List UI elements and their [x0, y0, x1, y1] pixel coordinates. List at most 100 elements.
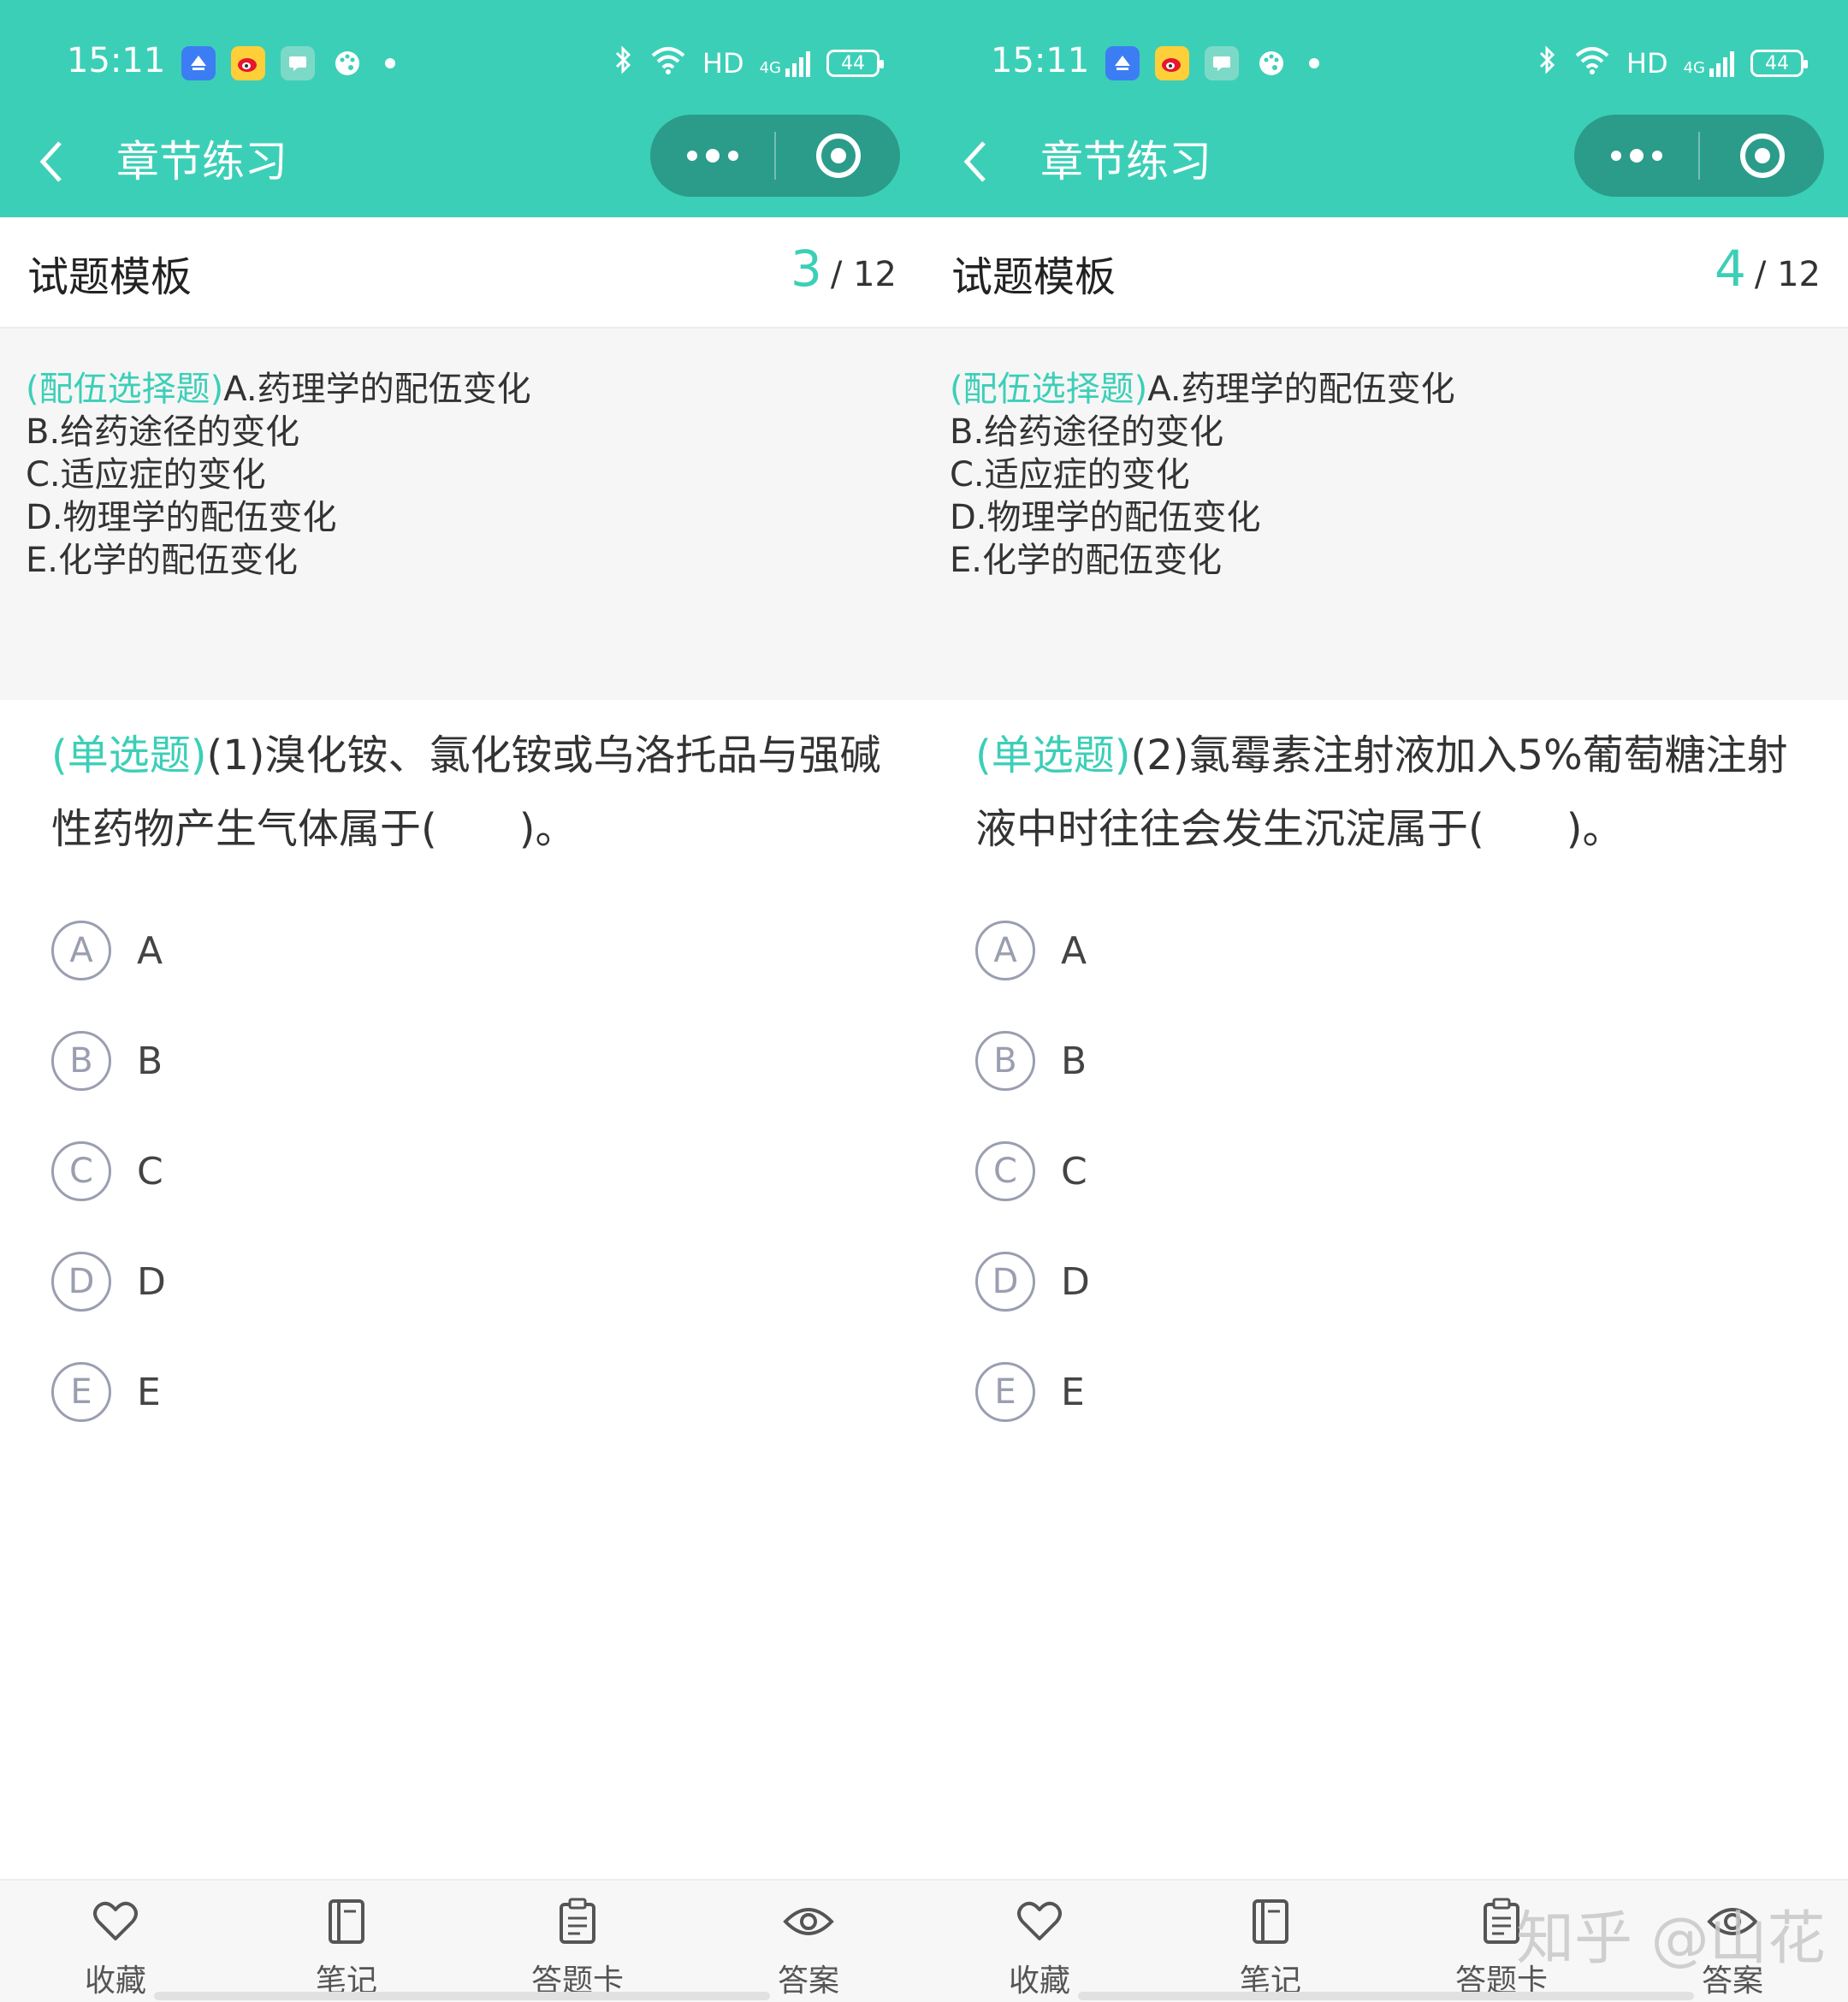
notebook-icon [1251, 1898, 1290, 1946]
template-title: 试题模板 [951, 253, 1116, 301]
option-letter-badge: A [975, 921, 1035, 980]
weibo-icon [1155, 46, 1189, 80]
status-bar: 15:11 HD 4G 44 [924, 0, 1848, 111]
chevron-left-icon [39, 141, 62, 182]
template-title: 试题模板 [27, 253, 192, 301]
app-notification-icon [181, 46, 216, 80]
option-text: E [1061, 1370, 1085, 1414]
more-notifications-dot [385, 58, 395, 68]
current-question-number: 4 [1715, 240, 1746, 298]
question-header: 试题模板 4 / 12 [924, 217, 1848, 329]
screen-left: 15:11 HD 4G 44 章节练习 试题模板 3 / 12 (配伍选择题)A… [0, 0, 924, 2002]
system-icons: HD 4G 44 [613, 44, 884, 82]
message-icon [1205, 46, 1239, 80]
battery-icon: 44 [826, 50, 884, 77]
status-time: 15:11 [991, 41, 1090, 80]
more-notifications-dot [1309, 58, 1319, 68]
notification-icons [181, 46, 395, 80]
more-button[interactable] [650, 115, 774, 197]
back-button[interactable] [962, 132, 1013, 192]
network-hd-label: HD [702, 47, 744, 80]
signal-icon: 4G [1684, 50, 1735, 77]
option-text: D [137, 1259, 166, 1304]
option-c[interactable]: CC [51, 1139, 163, 1204]
target-close-icon [1739, 133, 1785, 178]
option-letter-badge: C [51, 1141, 111, 1201]
mini-program-capsule [1574, 115, 1824, 197]
tab-notes[interactable]: 笔记 [1185, 1898, 1356, 2000]
question-stem: (单选题)(2)氯霉素注射液加入5%葡萄糖注射液中时往往会发生沉淀属于( )。 [975, 719, 1814, 866]
notification-icons [1105, 46, 1319, 80]
option-a[interactable]: AA [51, 918, 163, 983]
bottom-toolbar: 收藏 笔记 答题卡 答案 [0, 1879, 924, 2002]
home-indicator[interactable] [1078, 1992, 1694, 2000]
option-e[interactable]: EE [51, 1359, 161, 1424]
close-button[interactable] [776, 115, 900, 197]
option-c[interactable]: CC [975, 1139, 1087, 1204]
clipboard-icon [558, 1898, 597, 1946]
tab-favorite[interactable]: 收藏 [954, 1898, 1125, 2000]
question-header: 试题模板 3 / 12 [0, 217, 924, 329]
option-text: B [137, 1039, 163, 1083]
option-letter-badge: A [51, 921, 111, 980]
more-dots-icon [1610, 149, 1662, 163]
watermark: 知乎 @山花 [1516, 1905, 1826, 1973]
close-button[interactable] [1700, 115, 1824, 197]
nav-bar: 章节练习 [924, 111, 1848, 217]
tab-answer-sheet[interactable]: 答题卡 [492, 1898, 663, 2000]
target-close-icon [815, 133, 861, 178]
option-d[interactable]: DD [51, 1249, 166, 1314]
bluetooth-icon [613, 44, 634, 82]
question-counter: 3 / 12 [791, 240, 897, 298]
chevron-left-icon [963, 141, 986, 182]
tab-notes[interactable]: 笔记 [261, 1898, 432, 2000]
option-e[interactable]: EE [975, 1359, 1085, 1424]
option-text: B [1061, 1039, 1087, 1083]
status-time: 15:11 [67, 41, 166, 80]
option-letter-badge: D [51, 1252, 111, 1312]
message-icon [281, 46, 315, 80]
question-counter: 4 / 12 [1715, 240, 1821, 298]
nav-title: 章节练习 [116, 137, 287, 187]
option-b[interactable]: BB [975, 1028, 1087, 1093]
option-text: D [1061, 1259, 1090, 1304]
total-questions: / 12 [830, 255, 897, 294]
more-button[interactable] [1574, 115, 1698, 197]
more-dots-icon [686, 149, 738, 163]
home-indicator[interactable] [154, 1992, 770, 2000]
option-text: C [1061, 1149, 1087, 1194]
signal-icon: 4G [760, 50, 811, 77]
option-text: C [137, 1149, 163, 1194]
option-b[interactable]: BB [51, 1028, 163, 1093]
notebook-icon [327, 1898, 366, 1946]
palette-icon [330, 46, 364, 80]
screen-right: 15:11 HD 4G 44 章节练习 试题模板 4 / 12 (配伍选择题)A… [924, 0, 1848, 2002]
option-letter-badge: B [51, 1031, 111, 1091]
option-d[interactable]: DD [975, 1249, 1090, 1314]
option-letter-badge: E [975, 1362, 1035, 1422]
system-icons: HD 4G 44 [1537, 44, 1808, 82]
tab-favorite[interactable]: 收藏 [30, 1898, 201, 2000]
back-button[interactable] [38, 132, 89, 192]
total-questions: / 12 [1754, 255, 1821, 294]
option-letter-badge: D [975, 1252, 1035, 1312]
option-letter-badge: C [975, 1141, 1035, 1201]
nav-bar: 章节练习 [0, 111, 924, 217]
matching-options-box: (配伍选择题)A.药理学的配伍变化 B.给药途径的变化 C.适应症的变化 D.物… [0, 329, 924, 700]
option-a[interactable]: AA [975, 918, 1087, 983]
matching-options-box: (配伍选择题)A.药理学的配伍变化 B.给药途径的变化 C.适应症的变化 D.物… [924, 329, 1848, 700]
eye-icon [783, 1898, 834, 1946]
battery-icon: 44 [1750, 50, 1808, 77]
single-choice-tag: (单选题) [51, 732, 207, 779]
nav-title: 章节练习 [1040, 137, 1211, 187]
status-bar: 15:11 HD 4G 44 [0, 0, 924, 111]
heart-icon [1016, 1898, 1063, 1946]
group-line-5: E.化学的配伍变化 [950, 541, 1222, 580]
current-question-number: 3 [791, 240, 822, 298]
option-text: E [137, 1370, 161, 1414]
tab-answer[interactable]: 答案 [723, 1898, 894, 2000]
palette-icon [1254, 46, 1288, 80]
bluetooth-icon [1537, 44, 1558, 82]
weibo-icon [231, 46, 265, 80]
question-stem: (单选题)(1)溴化铵、氯化铵或乌洛托品与强碱性药物产生气体属于( )。 [51, 719, 890, 866]
